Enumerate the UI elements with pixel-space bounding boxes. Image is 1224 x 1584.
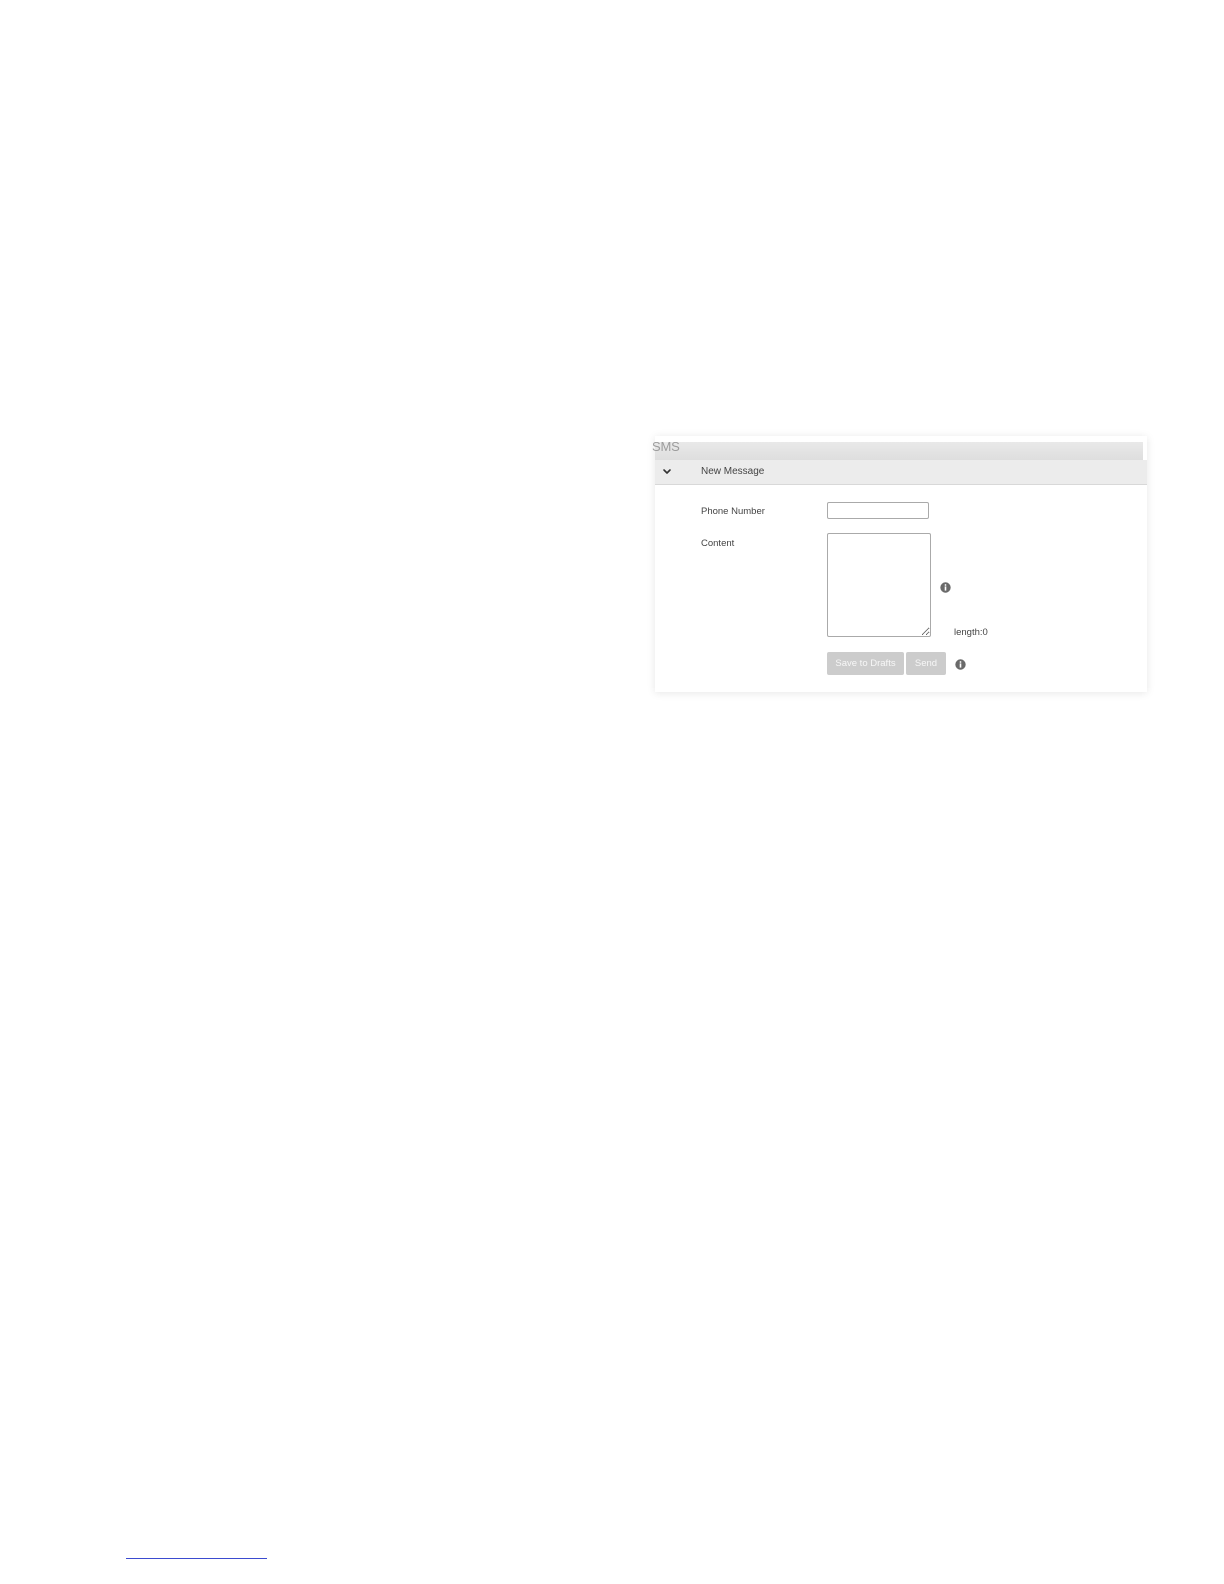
content-textarea[interactable] <box>827 533 931 637</box>
phone-number-input[interactable] <box>827 502 929 519</box>
chevron-down-icon <box>661 463 673 479</box>
new-message-section-header[interactable]: New Message <box>655 460 1147 485</box>
sms-title: SMS <box>652 439 680 454</box>
sms-panel: SMS New Message Phone Number Content len… <box>652 436 1147 692</box>
section-label: New Message <box>701 466 765 477</box>
phone-number-label: Phone Number <box>701 506 765 517</box>
info-icon[interactable] <box>940 580 951 593</box>
content-label: Content <box>701 538 735 549</box>
footnote-separator <box>126 1558 267 1559</box>
save-to-drafts-button[interactable]: Save to Drafts <box>827 652 904 675</box>
sms-title-bar: SMS <box>652 439 1143 460</box>
send-button[interactable]: Send <box>906 652 946 675</box>
info-icon[interactable] <box>955 657 966 670</box>
document-page: SMS New Message Phone Number Content len… <box>0 0 1224 1584</box>
length-counter: length:0 <box>954 627 988 638</box>
